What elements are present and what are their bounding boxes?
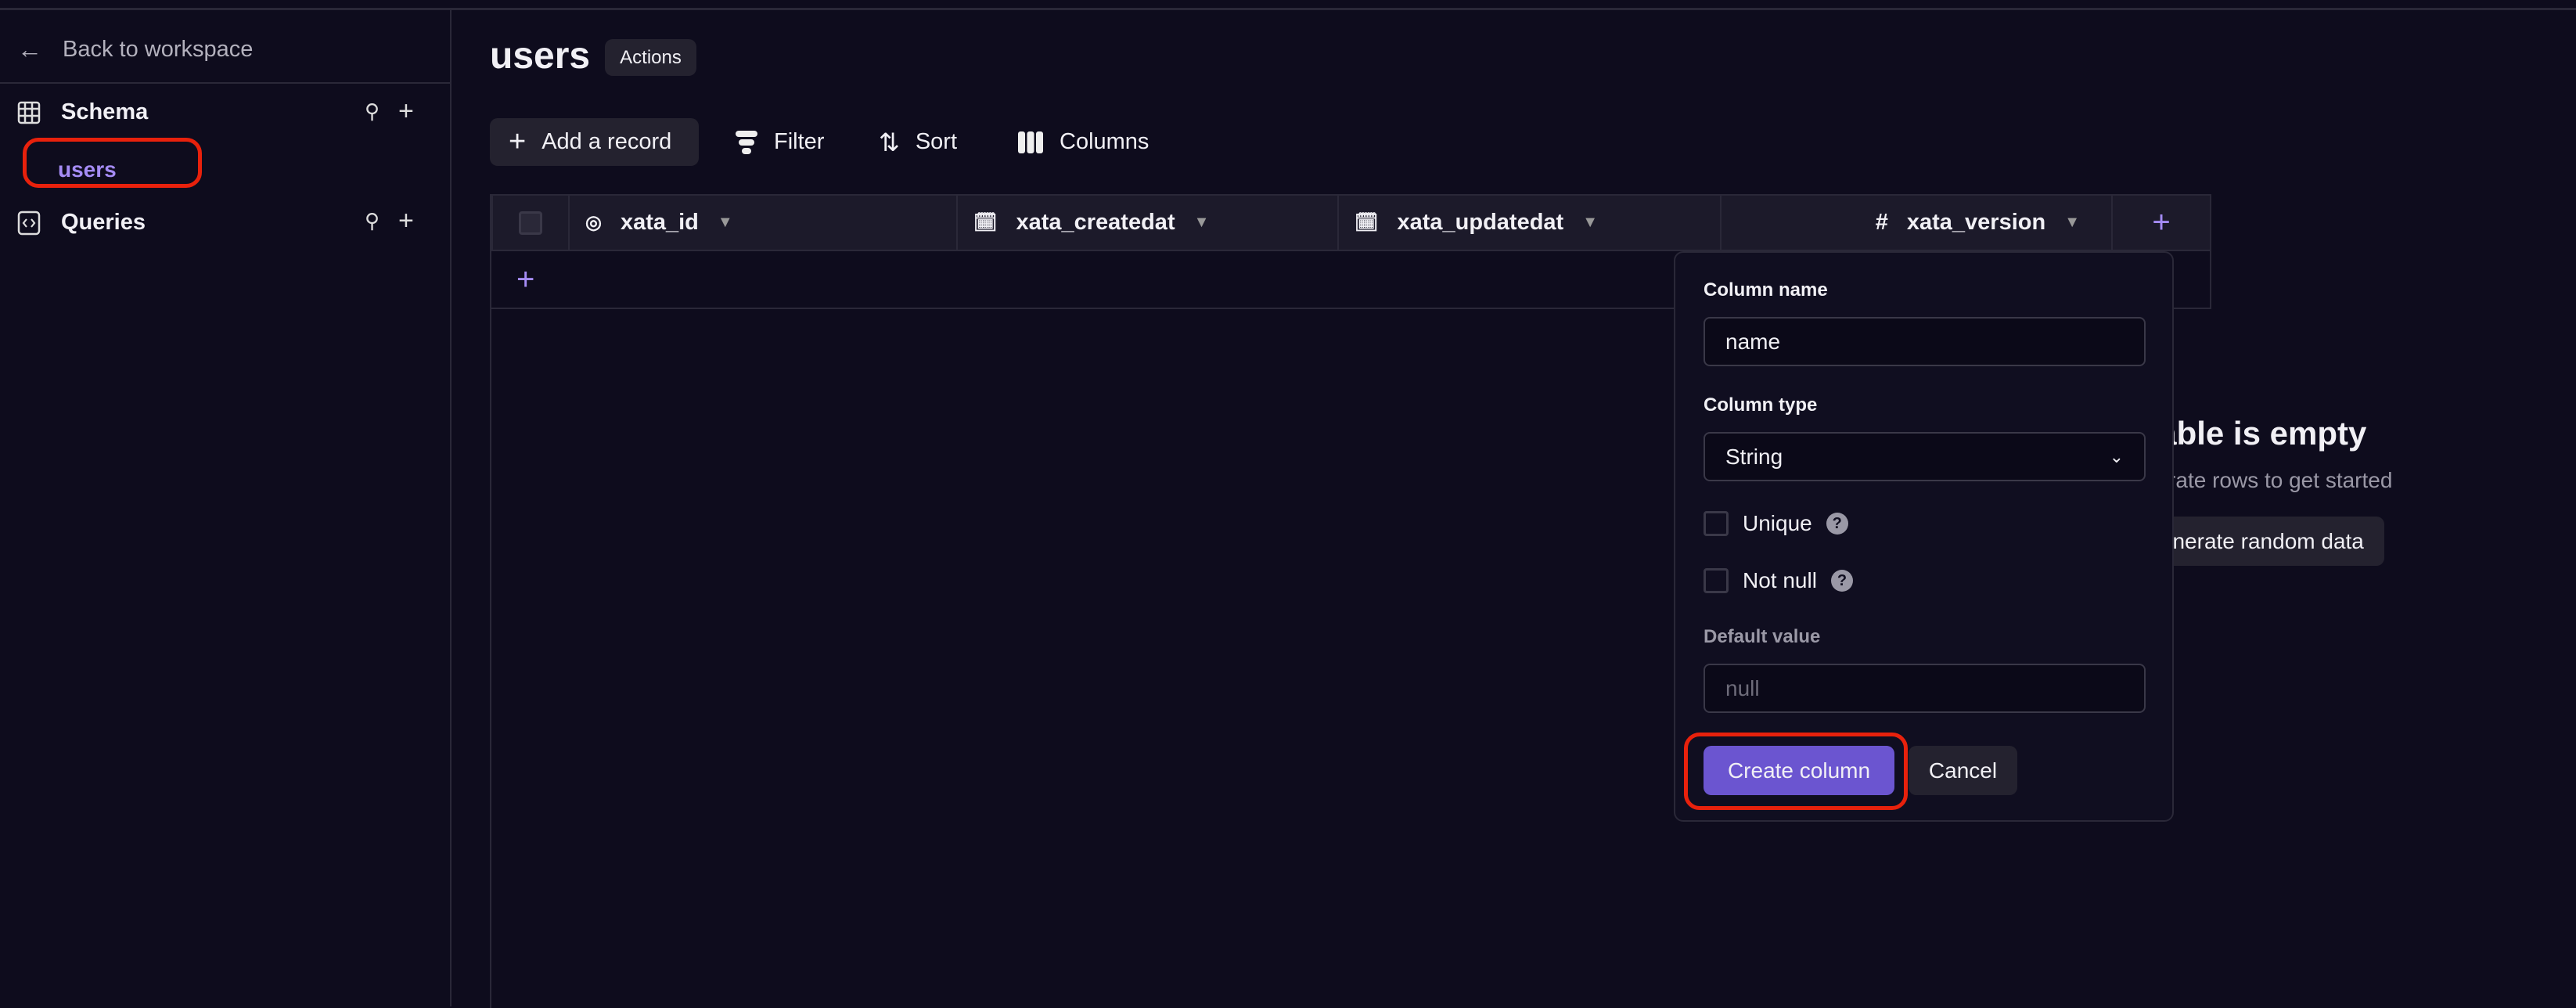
- column-name-label: Column name: [1704, 279, 1828, 301]
- sidebar-item-users[interactable]: users: [58, 157, 117, 182]
- select-all-cell: [493, 196, 570, 250]
- chevron-down-icon: ⌄: [2109, 446, 2124, 466]
- table-header: ◎ xata_id ▼ 🗓 xata_createdat ▼ 🗓 xata_up…: [491, 194, 2211, 251]
- schema-section-header[interactable]: Schema: [17, 99, 148, 125]
- checkbox[interactable]: [1704, 511, 1729, 536]
- table-grid-icon: [17, 101, 41, 124]
- sort-arrows-icon: ⇅: [879, 128, 900, 157]
- add-column-button[interactable]: +: [2113, 196, 2210, 250]
- checkbox[interactable]: [1704, 568, 1729, 593]
- caret-down-icon[interactable]: ▼: [1582, 214, 1598, 232]
- add-table-icon[interactable]: +: [398, 96, 414, 127]
- select-all-checkbox[interactable]: [519, 211, 542, 235]
- unique-checkbox[interactable]: Unique ?: [1704, 511, 1848, 536]
- caret-down-icon[interactable]: ▼: [2064, 214, 2080, 232]
- column-type-select[interactable]: String ⌄: [1704, 432, 2146, 481]
- page-title: users: [490, 35, 591, 77]
- code-icon: [17, 211, 41, 235]
- plus-icon: +: [516, 261, 535, 297]
- add-query-icon[interactable]: +: [398, 206, 414, 236]
- column-header-xata-createdat[interactable]: 🗓 xata_createdat ▼: [958, 196, 1339, 250]
- column-type-label: Column type: [1704, 394, 1818, 416]
- calendar-clock-icon: 🗓: [973, 212, 998, 233]
- not-null-checkbox[interactable]: Not null ?: [1704, 568, 1853, 593]
- cancel-button[interactable]: Cancel: [1909, 746, 2017, 795]
- default-value-label: Default value: [1704, 626, 1821, 647]
- arrow-left-icon: ←: [17, 35, 42, 63]
- sidebar-divider: [0, 82, 452, 84]
- sidebar: ← Back to workspace Schema ⚲ + users Que…: [0, 10, 452, 1006]
- back-to-workspace-link[interactable]: ← Back to workspace: [17, 35, 253, 64]
- add-column-popover: Column name name Column type String ⌄ Un…: [1674, 251, 2174, 822]
- sort-button[interactable]: ⇅ Sort: [879, 118, 957, 166]
- plus-icon: +: [2152, 205, 2171, 239]
- hash-icon: #: [1875, 210, 1888, 235]
- calendar-clock-icon: 🗓: [1355, 212, 1379, 233]
- caret-down-icon[interactable]: ▼: [718, 214, 733, 232]
- columns-icon: [1018, 131, 1043, 153]
- column-header-xata-id[interactable]: ◎ xata_id ▼: [570, 196, 958, 250]
- caret-down-icon[interactable]: ▼: [1194, 214, 1210, 232]
- filter-icon: [736, 130, 757, 154]
- fingerprint-icon: ◎: [585, 212, 602, 233]
- columns-button[interactable]: Columns: [1017, 118, 1149, 166]
- column-name-input[interactable]: name: [1704, 317, 2146, 366]
- search-queries-icon[interactable]: ⚲: [365, 209, 380, 233]
- column-header-xata-updatedat[interactable]: 🗓 xata_updatedat ▼: [1339, 196, 1722, 250]
- queries-section-header[interactable]: Queries: [17, 210, 146, 236]
- create-column-button[interactable]: Create column: [1704, 746, 1894, 795]
- plus-icon: +: [509, 125, 527, 158]
- column-header-xata-version[interactable]: # xata_version ▼: [1722, 196, 2113, 250]
- help-icon[interactable]: ?: [1830, 570, 1853, 592]
- search-schema-icon[interactable]: ⚲: [365, 99, 380, 124]
- default-value-input[interactable]: [1704, 664, 2146, 713]
- filter-button[interactable]: Filter: [735, 118, 824, 166]
- add-record-button[interactable]: + Add a record: [490, 118, 699, 166]
- help-icon[interactable]: ?: [1826, 513, 1848, 535]
- actions-button[interactable]: Actions: [605, 39, 696, 76]
